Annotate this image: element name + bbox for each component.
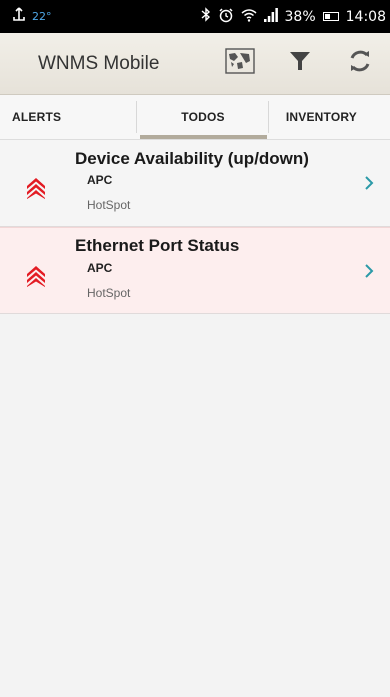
tab-todos[interactable]: TODOS (137, 95, 269, 139)
todo-list: Device Availability (up/down) APC HotSpo… (0, 140, 390, 314)
refresh-icon (347, 48, 373, 79)
severity-critical-icon (26, 177, 46, 204)
status-bar: 22° 38% 14:08 (0, 0, 390, 33)
severity-critical-icon (26, 265, 46, 292)
wifi-icon (241, 8, 257, 26)
map-button[interactable] (210, 33, 270, 95)
chevron-right-icon (364, 175, 374, 196)
tab-inventory[interactable]: INVENTORY (269, 95, 390, 139)
alarm-icon (218, 7, 234, 27)
tab-label: TODOS (181, 110, 225, 124)
app-title: WNMS Mobile (38, 52, 160, 74)
tab-label: INVENTORY (285, 110, 357, 124)
battery-percent: 38% (284, 8, 316, 25)
tab-bar: ALERTS TODOS INVENTORY (0, 95, 390, 140)
map-icon (225, 48, 255, 79)
chevron-right-icon (364, 263, 374, 284)
alert-title: Device Availability (up/down) (75, 149, 309, 168)
list-item[interactable]: Device Availability (up/down) APC HotSpo… (0, 140, 390, 227)
temperature-text: 22° (32, 10, 52, 23)
bluetooth-icon (201, 7, 211, 26)
refresh-button[interactable] (330, 33, 390, 95)
filter-button[interactable] (270, 33, 330, 95)
battery-icon (322, 12, 339, 21)
device-type: HotSpot (87, 286, 131, 300)
clock-time: 14:08 (345, 8, 386, 25)
alert-title: Ethernet Port Status (75, 236, 240, 255)
tab-label: ALERTS (12, 110, 62, 124)
device-vendor: APC (87, 173, 113, 187)
app-bar: WNMS Mobile (0, 33, 390, 95)
filter-icon (289, 50, 311, 77)
list-item[interactable]: Ethernet Port Status APC HotSpot (0, 227, 390, 314)
device-type: HotSpot (87, 198, 131, 212)
device-vendor: APC (87, 261, 113, 275)
selected-tab-indicator (140, 135, 267, 139)
usb-icon (12, 6, 26, 27)
tab-alerts[interactable]: ALERTS (0, 95, 137, 139)
signal-icon (263, 7, 278, 26)
